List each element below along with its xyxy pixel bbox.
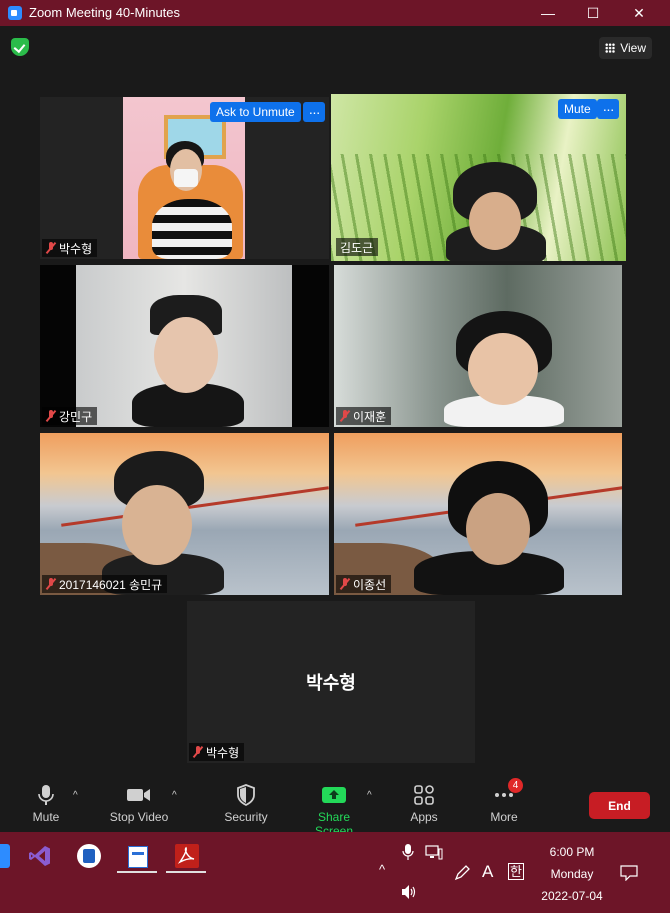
clock-date[interactable]: 2022-07-04 <box>536 889 608 903</box>
word-glyph <box>83 849 95 863</box>
audio-options-caret[interactable]: ^ <box>73 790 78 801</box>
view-button-label: View <box>620 41 646 55</box>
participant-name: 강민구 <box>59 409 93 424</box>
meeting-toolbar: Mute ^ Stop Video ^ Security Share Scree… <box>0 778 670 838</box>
stop-video-button[interactable]: Stop Video <box>106 784 172 824</box>
participant-name: 박수형 <box>59 241 93 256</box>
pen-icon[interactable] <box>453 864 471 885</box>
speaker-volume-icon[interactable] <box>401 884 419 903</box>
minimize-button[interactable]: — <box>533 3 563 23</box>
person-head <box>469 192 521 250</box>
video-tile[interactable]: 이종선 <box>334 433 622 595</box>
participant-label: 강민구 <box>42 407 98 425</box>
close-button[interactable]: ✕ <box>624 3 654 23</box>
participant-name: 이종선 <box>353 577 387 592</box>
grid-icon <box>605 43 616 53</box>
clock-day[interactable]: Monday <box>545 867 599 881</box>
participant-label: 이종선 <box>336 575 392 593</box>
visual-studio-icon[interactable] <box>28 844 52 868</box>
network-monitor-icon[interactable] <box>425 845 443 864</box>
maximize-button[interactable]: ☐ <box>578 3 608 23</box>
hwp-glyph <box>128 846 148 868</box>
participant-label: 박수형 <box>189 743 245 761</box>
tray-microphone-icon[interactable] <box>402 844 414 863</box>
notifications-icon[interactable] <box>620 865 638 884</box>
apps-icon <box>406 784 442 806</box>
ask-to-unmute-button[interactable]: Ask to Unmute <box>210 102 301 122</box>
zoom-logo-icon <box>8 6 22 20</box>
meeting-stage: View Ask to Unmute ··· 박수형 Mute ··· 김도근 <box>0 26 670 780</box>
person-body <box>152 199 232 259</box>
taskbar: ^ A 한 6:00 PM Monday 2022-07-04 <box>0 832 670 913</box>
participant-label: 2017146021 송민규 <box>42 575 168 593</box>
participant-label: 김도근 <box>336 238 379 256</box>
more-badge: 4 <box>508 778 523 793</box>
mic-muted-icon <box>46 410 56 422</box>
video-options-caret[interactable]: ^ <box>172 790 177 801</box>
participant-name: 박수형 <box>206 745 240 760</box>
security-button[interactable]: Security <box>222 784 270 824</box>
share-options-caret[interactable]: ^ <box>367 790 372 801</box>
more-button[interactable]: 4 More <box>486 778 523 824</box>
mic-muted-icon <box>46 242 56 254</box>
title-bar: Zoom Meeting 40-Minutes — ☐ ✕ <box>0 0 670 26</box>
person-head <box>154 317 218 393</box>
mic-muted-icon <box>46 578 56 590</box>
mic-muted-icon <box>193 746 203 758</box>
video-tile[interactable]: 2017146021 송민규 <box>40 433 329 595</box>
participant-center-name: 박수형 <box>306 673 356 693</box>
more-label: More <box>490 810 518 824</box>
font-input-indicator[interactable]: A <box>482 862 493 882</box>
show-hidden-icons-chevron[interactable]: ^ <box>379 862 385 877</box>
participant-label: 박수형 <box>42 239 98 257</box>
ime-korean-indicator[interactable]: 한 <box>508 863 524 880</box>
participant-name: 김도근 <box>340 240 374 255</box>
video-tile-video-off[interactable]: 박수형 박수형 <box>187 601 475 763</box>
video-camera-icon <box>106 784 172 806</box>
security-shield-icon <box>222 784 270 807</box>
video-tile[interactable]: 강민구 <box>40 265 329 427</box>
stop-video-label: Stop Video <box>109 810 169 824</box>
running-indicator <box>166 871 206 873</box>
face-mask <box>174 169 198 187</box>
apps-label: Apps <box>410 810 438 824</box>
video-tile-active-speaker[interactable]: Mute ··· 김도근 <box>331 94 626 261</box>
view-button[interactable]: View <box>599 37 652 59</box>
pdf-icon[interactable] <box>175 844 199 868</box>
person-head <box>466 493 530 565</box>
taskbar-app-icon[interactable] <box>0 844 10 868</box>
hwp-line <box>132 852 144 855</box>
participant-name: 2017146021 송민규 <box>59 577 163 592</box>
hwp-icon[interactable] <box>126 844 150 868</box>
mute-participant-button[interactable]: Mute <box>558 99 597 119</box>
end-meeting-button[interactable]: End <box>589 792 650 819</box>
share-screen-button[interactable]: Share Screen <box>298 784 370 838</box>
video-tile[interactable]: Ask to Unmute ··· 박수형 <box>40 97 329 259</box>
participant-name: 이재훈 <box>353 409 387 424</box>
participant-label: 이재훈 <box>336 407 392 425</box>
microphone-icon <box>28 784 64 806</box>
tile-more-button[interactable]: ··· <box>597 99 619 119</box>
video-tile[interactable]: 이재훈 <box>334 265 622 427</box>
clock-time[interactable]: 6:00 PM <box>545 845 599 859</box>
word-icon[interactable] <box>77 844 101 868</box>
window-title: Zoom Meeting 40-Minutes <box>29 5 181 20</box>
mute-label: Mute <box>32 810 60 824</box>
running-indicator <box>117 871 157 873</box>
mic-muted-icon <box>340 578 350 590</box>
tile-more-button[interactable]: ··· <box>303 102 325 122</box>
share-screen-icon <box>298 784 370 806</box>
encryption-shield-icon[interactable] <box>11 38 29 56</box>
security-label: Security <box>224 810 268 824</box>
mic-muted-icon <box>340 410 350 422</box>
person-head <box>468 333 538 405</box>
person-head <box>122 485 192 565</box>
more-dots-icon: 4 <box>486 778 523 806</box>
mute-button[interactable]: Mute <box>28 784 64 824</box>
apps-button[interactable]: Apps <box>406 784 442 824</box>
